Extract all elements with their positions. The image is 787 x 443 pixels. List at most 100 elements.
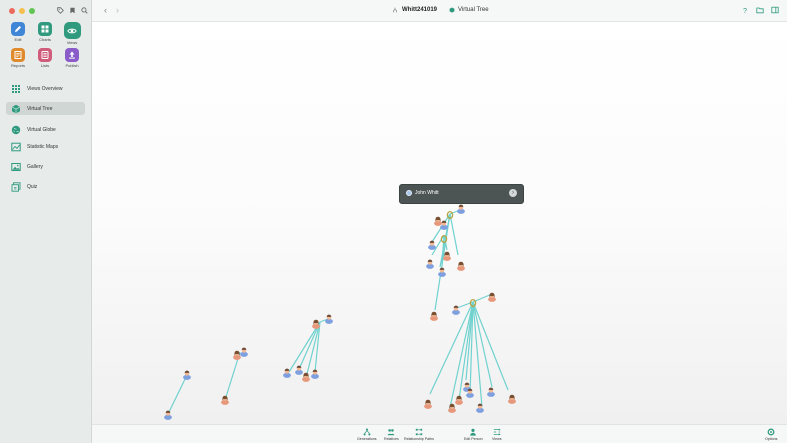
person-female[interactable]: [488, 292, 496, 302]
cluster-john-whitt[interactable]: [426, 204, 465, 277]
relationship-paths-button[interactable]: Relationship Paths: [404, 428, 434, 441]
nav-item-virtual-tree[interactable]: Virtual Tree: [6, 102, 85, 115]
back-button[interactable]: ‹: [104, 6, 107, 15]
person-male[interactable]: [476, 403, 484, 413]
nav-item-label: Statistic Maps: [27, 143, 59, 150]
bookmark-icon[interactable]: [69, 7, 76, 14]
nav-item-gallery[interactable]: Gallery: [6, 160, 85, 173]
options-button[interactable]: Options: [765, 428, 777, 441]
sidebar-toggle-icon[interactable]: [771, 6, 779, 14]
views-button[interactable]: Views: [492, 428, 502, 441]
reports-icon: [14, 51, 22, 59]
module-label: Views: [66, 40, 78, 45]
bottombar-label: Relationship Paths: [404, 437, 434, 441]
person-gender-dot: [406, 190, 412, 196]
module-publish[interactable]: Publish: [59, 48, 85, 68]
module-views[interactable]: Views: [59, 22, 85, 45]
cluster-small-a[interactable]: [221, 347, 248, 405]
publish-icon: [69, 51, 75, 59]
cube-icon: [449, 7, 455, 13]
eye-icon: [67, 28, 77, 33]
current-view-name: Virtual Tree: [458, 7, 489, 13]
chevron-right-icon[interactable]: ›: [509, 189, 517, 197]
virtual-tree-canvas[interactable]: John Whitt ›: [92, 22, 787, 424]
quiz-icon: [11, 181, 21, 192]
person-female[interactable]: [455, 395, 463, 405]
sidebar-tools: [57, 7, 88, 14]
close-window-button[interactable]: [9, 8, 15, 14]
globe-icon: [11, 125, 21, 134]
person-male[interactable]: [428, 240, 436, 250]
relatives-button[interactable]: Relatives: [384, 428, 399, 441]
gallery-icon: [11, 162, 21, 171]
svg-text:?: ?: [743, 6, 747, 14]
person-male[interactable]: [311, 369, 319, 379]
person-female[interactable]: [424, 399, 432, 409]
help-icon[interactable]: ?: [741, 6, 749, 14]
module-lists[interactable]: Lists: [32, 48, 58, 68]
person-female[interactable]: [457, 261, 465, 271]
toolbar-actions: ?: [741, 6, 779, 14]
person-male[interactable]: [487, 387, 495, 397]
nav-item-virtual-globe[interactable]: Virtual Globe: [6, 123, 85, 136]
minimize-window-button[interactable]: [19, 8, 25, 14]
module-edit[interactable]: Edit: [5, 22, 31, 45]
person-female[interactable]: [302, 372, 310, 382]
nav-item-label: Virtual Tree: [27, 105, 53, 112]
person-female[interactable]: [430, 311, 438, 321]
search-icon[interactable]: [81, 7, 88, 14]
person-male[interactable]: [183, 370, 191, 380]
module-reports[interactable]: Reports: [5, 48, 31, 68]
forward-button[interactable]: ›: [116, 6, 119, 15]
cluster-main-family[interactable]: [424, 292, 516, 413]
person-female[interactable]: [312, 319, 320, 329]
module-label: Publish: [65, 63, 79, 68]
nav-item-statistic-maps[interactable]: Statistic Maps: [6, 140, 85, 153]
pencil-icon: [15, 26, 21, 32]
tag-icon[interactable]: [57, 7, 64, 14]
app-window: Edit Charts Views Reports Lists Publish …: [0, 0, 787, 443]
module-label: Charts: [39, 37, 51, 42]
edit-person-button[interactable]: Edit Person: [464, 428, 483, 441]
relationship-paths-icon: [415, 428, 423, 436]
module-label: Reports: [10, 63, 25, 68]
folder-icon[interactable]: [756, 6, 764, 14]
person-male[interactable]: [295, 365, 303, 375]
bottombar-label: Options: [765, 437, 778, 441]
person-male[interactable]: [426, 259, 434, 269]
person-male[interactable]: [457, 204, 465, 214]
zoom-window-button[interactable]: [29, 8, 35, 14]
lists-icon: [41, 51, 49, 59]
person-male[interactable]: [240, 347, 248, 357]
nav-item-views-overview[interactable]: Views Overview: [6, 82, 85, 95]
module-grid: Edit Charts Views Reports Lists Publish: [5, 22, 87, 68]
nav-item-label: Virtual Globe: [27, 126, 56, 133]
person-male[interactable]: [164, 410, 172, 420]
toolbar: ‹ › Whitt241019 Virtual Tree ?: [92, 0, 787, 22]
nav-item-label: Quiz: [27, 183, 38, 190]
generations-button[interactable]: Generations: [357, 428, 377, 441]
module-label: Edit: [14, 37, 22, 42]
bottombar-label: Generations: [357, 437, 377, 441]
person-female[interactable]: [508, 394, 516, 404]
options-icon: [767, 428, 775, 436]
tree-graphic[interactable]: [92, 22, 787, 424]
window-controls: [9, 8, 35, 14]
relatives-icon: [388, 429, 395, 436]
map-icon: [11, 142, 21, 151]
person-female[interactable]: [448, 403, 456, 413]
person-female[interactable]: [221, 395, 229, 405]
family-tree-icon: [393, 7, 397, 13]
cube-icon: [11, 104, 21, 113]
person-name: John Whitt: [415, 190, 439, 196]
nav-item-label: Gallery: [27, 163, 43, 170]
person-female[interactable]: [434, 216, 442, 226]
person-male[interactable]: [438, 267, 446, 277]
views-nav: Views Overview Virtual Tree Virtual Glob…: [6, 82, 85, 193]
family-file-name[interactable]: Whitt241019: [402, 7, 437, 13]
person-popup[interactable]: John Whitt ›: [399, 184, 524, 204]
edit-person-icon: [470, 428, 477, 436]
nav-item-label: Views Overview: [27, 85, 63, 92]
module-charts[interactable]: Charts: [32, 22, 58, 45]
nav-item-quiz[interactable]: Quiz: [6, 180, 85, 193]
